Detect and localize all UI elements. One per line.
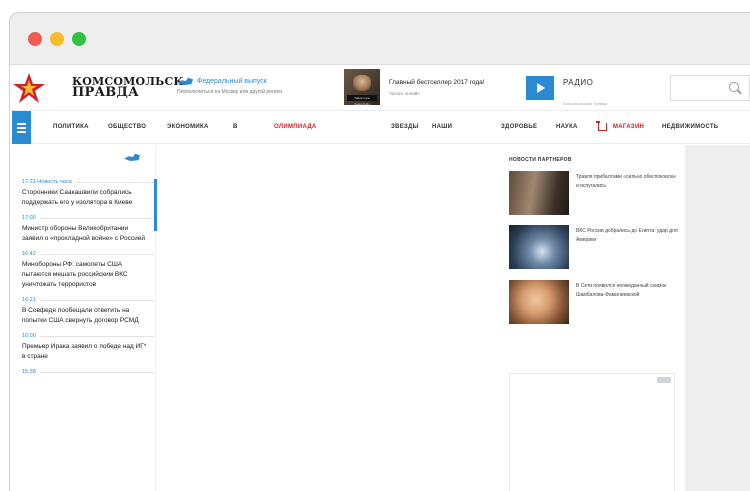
region-switch-hint: Переключиться на Москву или другой регио… xyxy=(177,89,283,95)
book-caption: Тайна горы Самоубийц xyxy=(347,95,377,106)
search-icon[interactable] xyxy=(729,82,739,92)
news-time: 16:21 xyxy=(22,297,36,303)
news-title[interactable]: Министр обороны Великобритании заявил о … xyxy=(22,224,154,244)
nav-item-society[interactable]: ОБЩЕСТВО xyxy=(108,124,146,130)
news-feed: 17:21 Новость часа Сторонники Саакашвили… xyxy=(22,179,157,382)
partner-item[interactable]: Травля прибалтами «сильно обеспокоила» и… xyxy=(509,171,679,215)
web-page: КОМСОМОЛЬСК. ПРАВДА Федеральный выпуск П… xyxy=(10,66,750,491)
news-item[interactable]: 16:42 Минобороны РФ: самолеты США пытают… xyxy=(22,251,154,290)
shopping-cart-icon[interactable] xyxy=(596,121,607,131)
minimize-window-button[interactable] xyxy=(50,32,64,46)
news-item[interactable]: 16:21 В Совфеде пообещали ответить на по… xyxy=(22,297,154,326)
news-item[interactable]: 16:00 Премьер Ирака заявил о победе над … xyxy=(22,333,154,362)
partner-news-heading: НОВОСТИ ПАРТНЕРОВ xyxy=(509,157,572,163)
news-time: 15:38 xyxy=(22,369,36,375)
bestseller-title: Главный бестселлер 2017 года! xyxy=(389,79,485,86)
news-item[interactable]: 17:00 Министр обороны Великобритании зая… xyxy=(22,215,154,244)
radio-play-button[interactable] xyxy=(526,76,554,100)
nav-item-politics[interactable]: ПОЛИТИКА xyxy=(53,124,89,130)
ad-choices-icon[interactable] xyxy=(657,377,671,383)
news-time: 16:00 xyxy=(22,333,36,339)
radio-label[interactable]: РАДИО xyxy=(563,78,593,87)
search-input[interactable] xyxy=(670,75,750,101)
radio-subtitle: Комсомольская Правда xyxy=(563,101,608,106)
partner-headline[interactable]: Травля прибалтами «сильно обеспокоила» и… xyxy=(576,173,678,191)
federal-edition-label: Федеральный выпуск xyxy=(197,77,267,85)
nav-item-shop[interactable]: МАГАЗИН xyxy=(613,124,644,130)
main-navigation: ПОЛИТИКА ОБЩЕСТВО ЭКОНОМИКА В ОЛИМПИАДА … xyxy=(10,110,750,144)
partner-news: НОВОСТИ ПАРТНЕРОВ Травля прибалтами «сил… xyxy=(507,145,685,491)
russia-map-icon[interactable] xyxy=(124,153,140,161)
site-logo[interactable]: КОМСОМОЛЬСК. ПРАВДА xyxy=(72,76,188,100)
hamburger-menu-button[interactable] xyxy=(12,111,31,144)
book-portrait xyxy=(353,75,371,91)
nav-item-health[interactable]: ЗДОРОВЬЕ xyxy=(501,124,537,130)
partner-thumbnail[interactable] xyxy=(509,280,569,324)
news-time: 17:21 Новость часа xyxy=(22,179,72,185)
bestseller-link[interactable]: Читать онлайн xyxy=(389,91,485,96)
nav-item-economy[interactable]: ЭКОНОМИКА xyxy=(167,124,209,130)
nav-item-ours[interactable]: НАШИ xyxy=(432,124,452,130)
maximize-window-button[interactable] xyxy=(72,32,86,46)
site-header: КОМСОМОЛЬСК. ПРАВДА Федеральный выпуск П… xyxy=(10,66,750,110)
browser-window: КОМСОМОЛЬСК. ПРАВДА Федеральный выпуск П… xyxy=(9,12,750,491)
news-time: 17:00 xyxy=(22,215,36,221)
nav-item-olympics[interactable]: ОЛИМПИАДА xyxy=(274,124,317,130)
partner-headline[interactable]: ВКС России добрались до Египта: удар для… xyxy=(576,227,678,245)
logo-line-2: ПРАВДА xyxy=(72,85,139,100)
browser-chrome xyxy=(10,13,750,65)
partner-headline[interactable]: В Сети появился неожиданный снимок Шамба… xyxy=(576,282,678,300)
partner-item[interactable]: В Сети появился неожиданный снимок Шамба… xyxy=(509,280,679,324)
nav-item-v[interactable]: В xyxy=(233,124,238,130)
news-sidebar: 17:21 Новость часа Сторонники Саакашвили… xyxy=(10,145,157,491)
news-time: 16:42 xyxy=(22,251,36,257)
russia-map-icon xyxy=(177,77,193,85)
close-window-button[interactable] xyxy=(28,32,42,46)
partner-item[interactable]: ВКС России добрались до Египта: удар для… xyxy=(509,225,679,269)
nav-item-science[interactable]: НАУКА xyxy=(556,124,578,130)
region-selector[interactable]: Федеральный выпуск Переключиться на Моск… xyxy=(177,77,282,95)
news-title[interactable]: Минобороны РФ: самолеты США пытаются меш… xyxy=(22,260,154,290)
nav-item-real-estate[interactable]: НЕДВИЖИМОСТЬ xyxy=(662,124,718,130)
news-item[interactable]: 17:21 Новость часа Сторонники Саакашвили… xyxy=(22,179,157,231)
news-title[interactable]: В Совфеде пообещали ответить на попытки … xyxy=(22,306,154,326)
bestseller-promo[interactable]: Главный бестселлер 2017 года! Читать онл… xyxy=(389,79,485,96)
logo-star-icon[interactable] xyxy=(12,72,46,104)
book-cover-image[interactable]: Тайна горы Самоубийц xyxy=(344,69,380,106)
partner-thumbnail[interactable] xyxy=(509,225,569,269)
advertisement-block[interactable] xyxy=(509,373,675,491)
news-title[interactable]: Премьер Ирака заявил о победе над ИГ* в … xyxy=(22,342,154,362)
news-title[interactable]: Сторонники Саакашвили собрались поддержа… xyxy=(22,188,154,208)
partner-thumbnail[interactable] xyxy=(509,171,569,215)
news-item[interactable]: 15:38 xyxy=(22,369,154,375)
page-margin xyxy=(685,145,750,491)
nav-item-stars[interactable]: ЗВЕЗДЫ xyxy=(391,124,419,130)
